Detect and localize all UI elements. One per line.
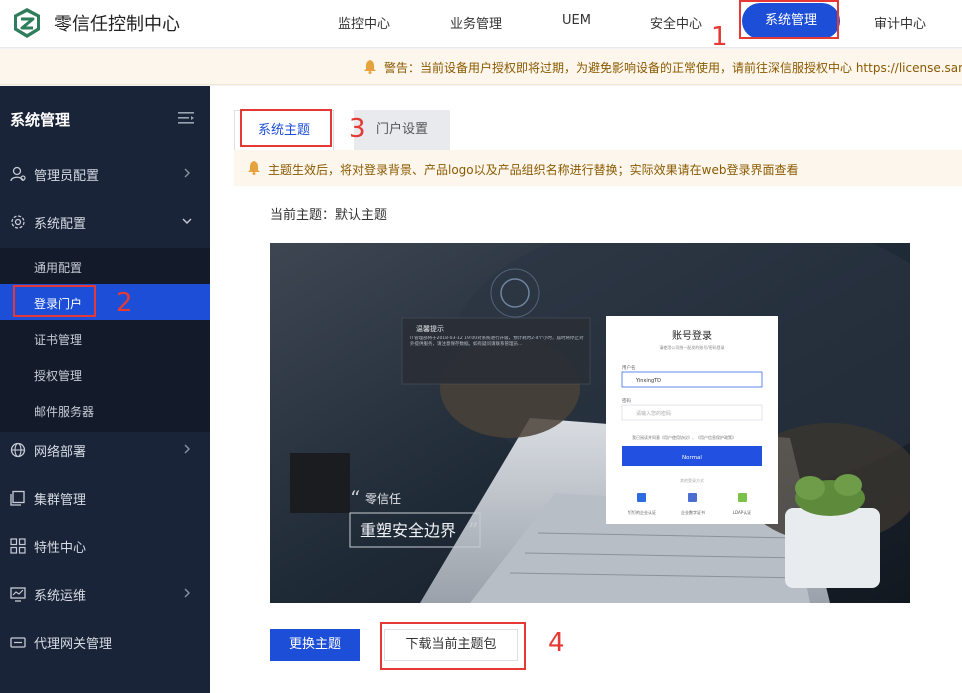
sidebar-item-label: 系统配置 [34,217,87,232]
tab-bar: 系统主题 门户设置 [234,110,962,150]
preview-login-subtitle: 请使用公司统一配发的账号/密码登录 [659,344,724,350]
annotation-number-4: 4 [548,628,565,658]
annotation-box-1 [739,0,839,39]
nav-monitor-center[interactable]: 监控中心 [338,13,390,32]
nav-uem[interactable]: UEM [562,13,591,28]
sidebar-item-label: 网络部署 [34,445,87,460]
menu-collapse-icon[interactable] [178,111,194,125]
annotation-number-3: 3 [349,114,366,144]
sidebar-subitem-certificates[interactable]: 证书管理 [0,320,210,356]
nav-security-center[interactable]: 安全中心 [650,13,702,32]
bell-icon [364,60,376,74]
preview-username-value: YinxingTD [635,378,661,384]
preview-method-2: 企业数字证书 [681,509,705,515]
preview-brand-small: 零信任 [365,492,401,506]
sidebar-subitem-label: 通用配置 [34,261,83,275]
preview-method-1: 钉钉的企业认证 [628,509,656,515]
sidebar-subitem-general[interactable]: 通用配置 [0,248,210,284]
sidebar-subitem-license[interactable]: 授权管理 [0,356,210,392]
chevron-right-icon [184,588,190,598]
theme-preview-image: 温馨提示 IT管理部将于2018-03-12 19:00对系统进行升级，预计耗时… [270,243,910,603]
sidebar-item-network[interactable]: 网络部署 [0,426,210,474]
sidebar-subitem-label: 证书管理 [34,333,83,347]
cluster-icon [10,490,25,506]
app-logo-icon [14,8,40,38]
sidebar-submenu: 通用配置 登录门户 证书管理 授权管理 邮件服务器 [0,248,210,432]
globe-icon [10,442,26,458]
sidebar: 系统管理 管理员配置 系统配置 通用配置 登录门户 证书管理 授权管理 邮件服务… [0,86,210,693]
annotation-box-4 [380,622,526,670]
sidebar-item-label: 代理网关管理 [34,637,113,652]
main-content: 系统主题 门户设置 主题生效后，将对登录背景、产品logo以及产品组织名称进行替… [210,86,962,693]
gear-icon [11,215,25,229]
preview-other-methods: 其他登录方式 [680,477,704,483]
sidebar-subitem-label: 邮件服务器 [34,405,95,419]
tip-text: 主题生效后，将对登录背景、产品logo以及产品组织名称进行替换；实际效果请在we… [268,163,799,177]
current-theme-label: 当前主题：默认主题 [270,208,388,223]
preview-agree-text: 我已阅读并同意《用户使用协议》、《用户信息保护政策》 [632,434,736,440]
sidebar-item-system-config[interactable]: 系统配置 [0,198,210,246]
gateway-icon [10,637,26,648]
preview-quote-open: “ [350,486,360,510]
sidebar-subitem-mail-server[interactable]: 邮件服务器 [0,392,210,428]
preview-method-3: LDAP认证 [733,509,751,515]
tab-portal-settings[interactable]: 门户设置 [354,110,450,150]
preview-brand-big: 重塑安全边界 [360,521,456,540]
sidebar-item-proxy-gateway[interactable]: 代理网关管理 [0,618,210,666]
preview-password-placeholder: 请输入您的密码 [636,410,671,417]
chevron-right-icon [184,168,190,178]
bell-icon [248,161,260,175]
sidebar-item-admin-config[interactable]: 管理员配置 [0,150,210,198]
user-gear-icon [10,166,26,182]
annotation-box-2 [13,285,96,317]
preview-notice-body: IT管理部将于2018-03-12 19:00对系统进行升级，预计耗时2-4个小… [410,336,584,347]
chevron-down-icon [182,218,192,224]
sidebar-item-label: 管理员配置 [34,169,100,184]
tip-bar: 主题生效后，将对登录背景、产品logo以及产品组织名称进行替换；实际效果请在we… [234,150,962,186]
preview-login-title: 账号登录 [672,329,712,342]
chevron-right-icon [184,444,190,454]
grid-icon [10,538,26,554]
annotation-number-2: 2 [116,288,133,318]
preview-login-button: Normal [682,455,702,461]
nav-audit-center[interactable]: 审计中心 [874,13,926,32]
sidebar-item-label: 系统运维 [34,589,87,604]
nav-business-management[interactable]: 业务管理 [450,13,502,32]
sidebar-item-cluster[interactable]: 集群管理 [0,474,210,522]
annotation-number-1: 1 [711,22,728,52]
annotation-box-3 [240,109,332,147]
preview-notice-title: 温馨提示 [416,324,444,333]
sidebar-title: 系统管理 [10,111,71,129]
sidebar-item-features[interactable]: 特性中心 [0,522,210,570]
app-title: 零信任控制中心 [54,14,180,35]
preview-username-label: 用户名 [622,364,636,371]
warning-bar: 警告：当前设备用户授权即将过期，为避免影响设备的正常使用，请前往深信服授权中心 … [0,49,962,85]
monitor-icon [10,587,26,602]
warning-text: 警告：当前设备用户授权即将过期，为避免影响设备的正常使用，请前往深信服授权中心 … [384,61,962,75]
sidebar-item-label: 集群管理 [34,493,87,508]
sidebar-item-operations[interactable]: 系统运维 [0,570,210,618]
sidebar-subitem-label: 授权管理 [34,369,83,383]
preview-quote-close: ” [468,518,478,542]
change-theme-button[interactable]: 更换主题 [270,629,360,661]
preview-password-label: 密码 [622,397,631,404]
sidebar-item-label: 特性中心 [34,541,87,556]
